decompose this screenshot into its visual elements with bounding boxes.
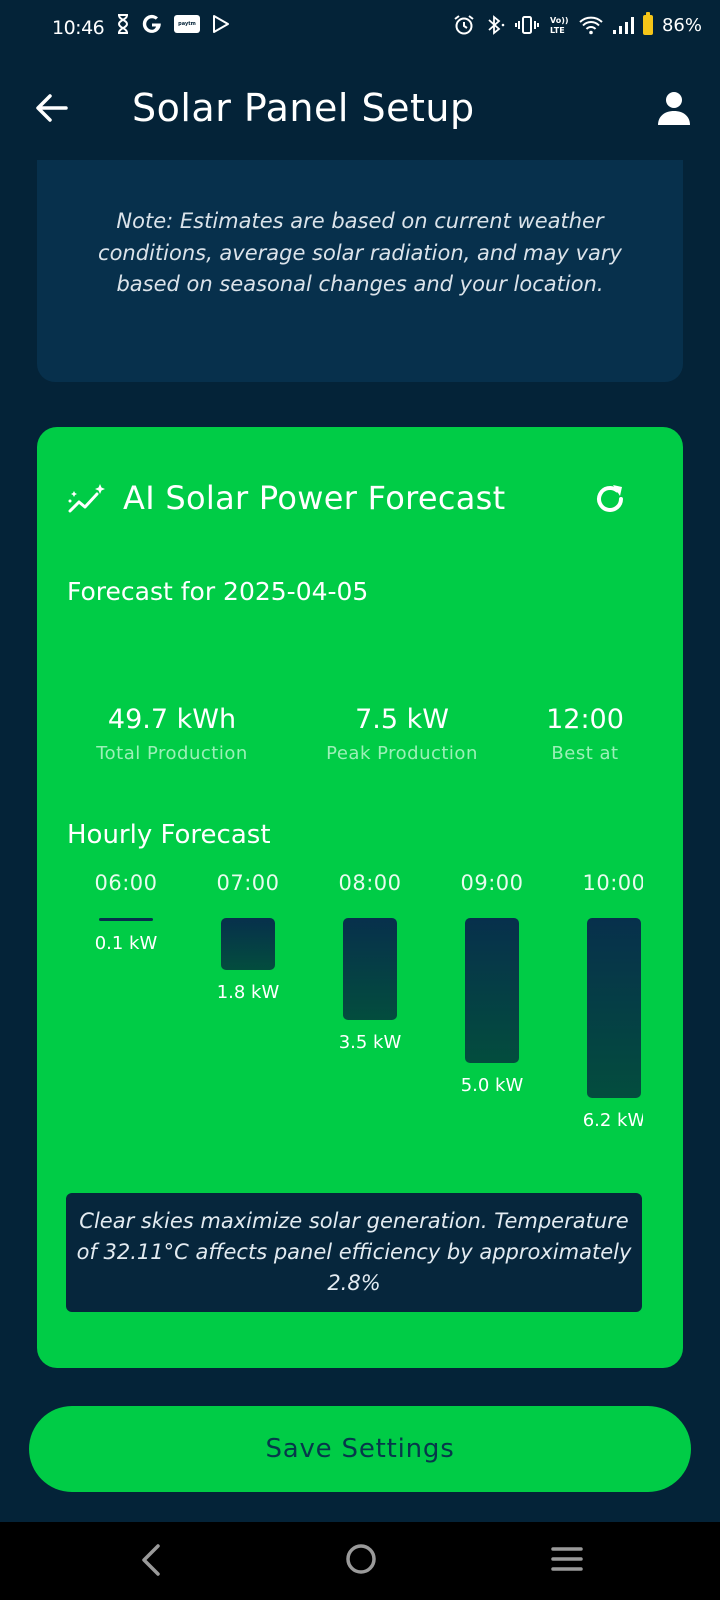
nav-back-icon[interactable] (136, 1542, 166, 1578)
hour-bar (465, 918, 519, 1063)
hourly-item: 06:00 0.1 kW (66, 871, 186, 1095)
paytm-label: paytm (178, 21, 196, 27)
paytm-icon: paytm (174, 15, 200, 33)
hour-time: 09:00 (460, 871, 524, 895)
page-title: Solar Panel Setup (132, 86, 475, 130)
hour-value: 1.8 kW (216, 982, 280, 1003)
hour-value: 0.1 kW (94, 933, 158, 954)
nav-home-icon[interactable] (343, 1541, 379, 1577)
hourglass-icon (117, 14, 129, 34)
hour-bar-wrap: 6.2 kW (554, 895, 643, 1131)
status-right-icons: Vo)) LTE 86% (453, 12, 702, 36)
battery-icon (642, 12, 653, 35)
screen: 10:46 paytm Vo)) LTE 86% Solar Panel Set… (0, 0, 720, 1600)
hour-time: 07:00 (216, 871, 280, 895)
google-icon (142, 14, 161, 33)
hour-bar-wrap: 0.1 kW (66, 895, 186, 1095)
hourly-item: 09:00 5.0 kW (432, 871, 552, 1096)
profile-icon[interactable] (654, 88, 694, 128)
volte-icon: Vo)) LTE (550, 16, 569, 35)
bluetooth-icon (488, 15, 505, 35)
battery-percent: 86% (661, 14, 702, 36)
status-left-icons: paytm (116, 14, 230, 34)
signal-icon (612, 17, 634, 34)
hour-value: 3.5 kW (338, 1032, 402, 1053)
play-icon (213, 15, 229, 33)
svg-text:LTE: LTE (550, 26, 565, 35)
nav-recents-icon[interactable] (550, 1544, 584, 1574)
hour-time: 08:00 (338, 871, 402, 895)
app-bar: Solar Panel Setup (0, 60, 720, 160)
hour-bar-wrap: 3.5 kW (310, 895, 430, 1095)
svg-text:Vo)): Vo)) (550, 16, 569, 25)
hourly-item: 07:00 1.8 kW (188, 871, 308, 1095)
insight-text: Clear skies maximize solar generation. T… (76, 1209, 632, 1295)
hour-time: 06:00 (94, 871, 158, 895)
back-arrow-icon[interactable] (32, 88, 72, 128)
hour-time: 10:00 (582, 871, 643, 895)
hour-bar (221, 918, 275, 970)
vibrate-icon (514, 16, 539, 34)
forecast-card: AI Solar Power Forecast Forecast for 202… (37, 427, 683, 1368)
alarm-icon (454, 15, 474, 35)
hour-value: 6.2 kW (582, 1110, 643, 1131)
wifi-icon (579, 16, 603, 35)
hourly-item: 10:00 6.2 kW (554, 871, 643, 1131)
hour-bar (587, 918, 641, 1098)
hour-bar (99, 918, 153, 921)
hour-bar (343, 918, 397, 1020)
hour-bar-wrap: 1.8 kW (188, 895, 308, 1095)
system-nav-bar (0, 1522, 720, 1600)
hour-bar-wrap: 5.0 kW (432, 895, 552, 1096)
hourly-item: 08:00 3.5 kW (310, 871, 430, 1095)
status-time: 10:46 (52, 17, 105, 39)
note-card: Note: Estimates are based on current wea… (37, 160, 683, 382)
save-settings-button[interactable]: Save Settings (29, 1406, 691, 1492)
note-text: Note: Estimates are based on current wea… (98, 209, 622, 296)
hour-value: 5.0 kW (460, 1075, 524, 1096)
status-bar: 10:46 paytm Vo)) LTE 86% (0, 0, 720, 60)
insight-box: Clear skies maximize solar generation. T… (66, 1193, 642, 1312)
